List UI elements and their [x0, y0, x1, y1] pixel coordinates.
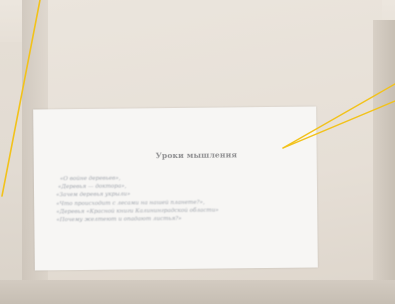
paper-text-list: «О войне деревьев», «Деревья — доктора»,…: [56, 173, 313, 225]
board-bottom-edge: [0, 280, 395, 304]
paper-sheet: Уроки мышления «О войне деревьев», «Дере…: [33, 106, 318, 271]
paper-title: Уроки мышления: [155, 150, 238, 161]
board-right-edge: [373, 20, 395, 304]
photo-scene: Уроки мышления «О войне деревьев», «Дере…: [0, 0, 395, 304]
paper-line: «Почему желтеют и опадают листья?»: [56, 215, 182, 224]
